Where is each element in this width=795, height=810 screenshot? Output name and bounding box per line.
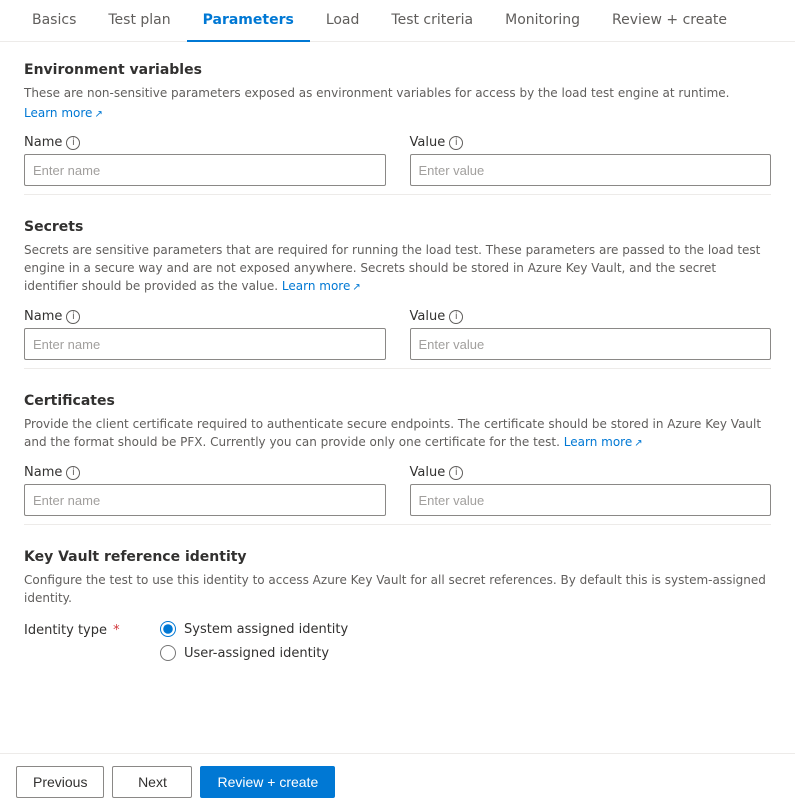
tab-parameters[interactable]: Parameters [187,0,310,42]
identity-section: Key Vault reference identity Configure t… [24,549,771,661]
certs-divider [24,524,771,525]
review-create-button[interactable]: Review + create [200,766,335,798]
next-button[interactable]: Next [112,766,192,798]
secrets-desc: Secrets are sensitive parameters that ar… [24,241,771,295]
previous-button[interactable]: Previous [16,766,104,798]
env-vars-title: Environment variables [24,62,771,78]
certificates-name-label: Name i [24,465,386,480]
tab-monitoring[interactable]: Monitoring [489,0,596,42]
secrets-external-link-icon: ↗ [352,282,360,293]
radio-system-assigned[interactable]: System assigned identity [160,621,348,637]
user-assigned-radio[interactable] [160,645,176,661]
env-vars-name-label: Name i [24,135,386,150]
certificates-name-input[interactable] [24,484,386,516]
secrets-value-info-icon[interactable]: i [449,310,463,324]
env-vars-value-label: Value i [410,135,772,150]
secrets-learn-more[interactable]: Learn more↗ [282,279,361,293]
certificates-name-group: Name i [24,465,386,516]
env-vars-value-info-icon[interactable]: i [449,136,463,150]
certificates-value-label: Value i [410,465,772,480]
env-vars-section: Environment variables These are non-sens… [24,62,771,195]
system-assigned-label: System assigned identity [184,622,348,637]
env-vars-learn-more[interactable]: Learn more↗ [24,106,103,120]
secrets-name-group: Name i [24,309,386,360]
main-content: Environment variables These are non-sens… [0,42,795,705]
env-vars-name-group: Name i [24,135,386,186]
env-vars-field-row: Name i Value i [24,135,771,186]
radio-user-assigned[interactable]: User-assigned identity [160,645,348,661]
secrets-value-label: Value i [410,309,772,324]
identity-radio-group: System assigned identity User-assigned i… [160,621,348,661]
secrets-divider [24,368,771,369]
required-indicator: * [109,623,120,638]
tab-navigation: Basics Test plan Parameters Load Test cr… [0,0,795,42]
certificates-learn-more[interactable]: Learn more↗ [564,435,643,449]
certificates-title: Certificates [24,393,771,409]
certs-external-link-icon: ↗ [634,438,642,449]
certificates-desc: Provide the client certificate required … [24,415,771,451]
tab-test-plan[interactable]: Test plan [92,0,186,42]
secrets-name-label: Name i [24,309,386,324]
certificates-value-input[interactable] [410,484,772,516]
env-vars-name-info-icon[interactable]: i [66,136,80,150]
identity-title: Key Vault reference identity [24,549,771,565]
env-vars-value-input[interactable] [410,154,772,186]
env-vars-desc: These are non-sensitive parameters expos… [24,84,771,102]
certificates-field-row: Name i Value i [24,465,771,516]
secrets-value-input[interactable] [410,328,772,360]
external-link-icon: ↗ [94,109,102,120]
env-vars-name-input[interactable] [24,154,386,186]
identity-type-row: Identity type * System assigned identity… [24,621,771,661]
secrets-value-group: Value i [410,309,772,360]
secrets-field-row: Name i Value i [24,309,771,360]
tab-load[interactable]: Load [310,0,376,42]
secrets-name-input[interactable] [24,328,386,360]
identity-type-label: Identity type * [24,621,144,638]
env-vars-value-group: Value i [410,135,772,186]
footer: Previous Next Review + create [0,753,795,810]
secrets-section: Secrets Secrets are sensitive parameters… [24,219,771,369]
tab-basics[interactable]: Basics [16,0,92,42]
identity-desc: Configure the test to use this identity … [24,571,771,607]
system-assigned-radio[interactable] [160,621,176,637]
tab-test-criteria[interactable]: Test criteria [375,0,489,42]
certs-value-info-icon[interactable]: i [449,466,463,480]
env-vars-divider [24,194,771,195]
user-assigned-label: User-assigned identity [184,646,329,661]
certificates-section: Certificates Provide the client certific… [24,393,771,525]
tab-review-create[interactable]: Review + create [596,0,743,42]
secrets-name-info-icon[interactable]: i [66,310,80,324]
certificates-value-group: Value i [410,465,772,516]
certs-name-info-icon[interactable]: i [66,466,80,480]
secrets-title: Secrets [24,219,771,235]
